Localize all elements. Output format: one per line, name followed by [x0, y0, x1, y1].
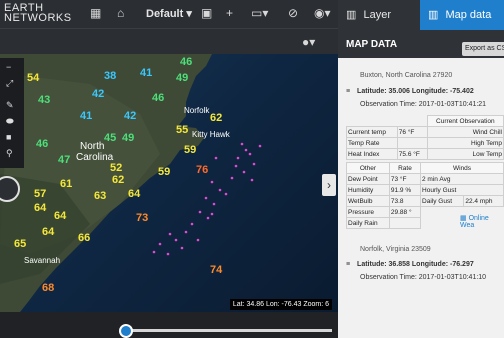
zoom-out-icon[interactable]: −: [6, 62, 11, 72]
temp-label: 64: [128, 188, 141, 200]
temp-label: 64: [34, 202, 47, 214]
temp-label: 59: [158, 166, 171, 178]
collapse-icon[interactable]: ≡: [346, 88, 350, 95]
station-address: Buxton, North Carolina 27920: [360, 72, 453, 79]
save-icon[interactable]: ▣: [201, 6, 212, 20]
camera-icon[interactable]: ◉▾: [314, 6, 331, 20]
sub-toolbar: ●▾: [0, 28, 338, 55]
station-latlon: ≡ Latitude: 36.858 Longitude: -76.297: [346, 261, 474, 268]
temp-label: 42: [124, 110, 137, 122]
temp-label: 41: [140, 67, 153, 79]
panel-title: MAP DATA: [346, 39, 398, 50]
map-icon: ▥: [428, 9, 439, 21]
temp-label: 55: [176, 124, 189, 136]
online-weather-link[interactable]: ▦ Online Wea: [460, 214, 504, 229]
block-icon[interactable]: ⊘: [288, 6, 298, 20]
temp-label: 47: [58, 154, 71, 166]
temp-label: 61: [60, 178, 73, 190]
city-label: Savannah: [24, 256, 61, 265]
panel-tabs: ▥ Layer profile ▥ Map data: [338, 0, 504, 51]
timeline-bar: [0, 312, 338, 338]
current-observation-table: Current Observation Current temp 76 °F Win…: [346, 115, 504, 160]
tab-map-data[interactable]: ▥ Map data: [420, 0, 504, 30]
observation-time: Observation Time: 2017-01-03T10:41:21: [360, 101, 487, 108]
temp-label: 57: [34, 188, 47, 200]
map-icon: ▥: [346, 9, 357, 21]
temp-label: 54: [27, 72, 40, 84]
temp-label: 65: [14, 238, 27, 250]
temp-label: 38: [104, 70, 117, 82]
timeline-slider-knob[interactable]: [119, 324, 133, 338]
observation-time: Observation Time: 2017-01-03T10:41:10: [360, 274, 487, 281]
temp-label: 64: [54, 210, 67, 222]
user-icon[interactable]: ●▾: [302, 35, 315, 49]
coordinate-readout: Lat: 34.86 Lon: -76.43 Zoom: 6: [229, 299, 332, 310]
land-mass: [0, 54, 262, 312]
square-icon[interactable]: ■: [6, 132, 11, 142]
temp-label: 59: [184, 144, 197, 156]
logo: EARTH NETWORKS: [4, 2, 72, 24]
timeline-track[interactable]: [124, 329, 332, 332]
temp-label: 49: [176, 72, 189, 84]
collapse-icon[interactable]: ≡: [346, 261, 350, 268]
temp-label: 62: [210, 112, 223, 124]
add-icon[interactable]: +: [226, 6, 233, 20]
temp-label: 42: [92, 88, 105, 100]
panel-header: MAP DATA Export as CS: [338, 30, 504, 58]
temp-label: 41: [80, 110, 93, 122]
layout-select[interactable]: Default ▾: [146, 7, 192, 20]
state-label: Carolina: [76, 152, 114, 163]
temp-label: 74: [210, 264, 223, 276]
temp-label: 73: [136, 212, 149, 224]
fullscreen-icon[interactable]: ⤢: [6, 78, 13, 89]
temp-label: 68: [42, 282, 55, 294]
pencil-icon[interactable]: ✎: [6, 100, 14, 111]
map-view[interactable]: 53 54 38 41 46 49 43 42 46 41 42 55 62 4…: [0, 54, 338, 312]
temp-label: 63: [94, 190, 107, 202]
export-button[interactable]: Export as CS: [462, 42, 504, 56]
side-panel: ▥ Layer profile ▥ Map data MAP DATA Expo…: [338, 0, 504, 338]
temp-label: 52: [110, 162, 123, 174]
temp-label: 66: [78, 232, 91, 244]
map-tools: − ⤢ ✎ ⬬ ■ ⚲: [0, 58, 24, 168]
city-label: Norfolk: [184, 106, 210, 115]
pin-icon[interactable]: ⚲: [6, 148, 13, 159]
state-label: North: [80, 141, 105, 152]
temp-label: 76: [196, 164, 209, 176]
shape-icon[interactable]: ⬬: [6, 116, 14, 127]
monitor-icon[interactable]: ▭▾: [251, 6, 268, 20]
temp-label: 49: [122, 132, 135, 144]
station-address: Norfolk, Virginia 23509: [360, 246, 431, 253]
station-latlon: ≡ Latitude: 35.006 Longitude: -75.402: [346, 88, 474, 95]
temp-label: 45: [104, 132, 117, 144]
temp-label: 46: [36, 138, 49, 150]
temp-label: 62: [112, 174, 125, 186]
temp-label: 46: [152, 92, 165, 104]
tab-layer-profile[interactable]: ▥ Layer profile: [338, 0, 420, 51]
temp-label: 64: [42, 226, 55, 238]
home-icon[interactable]: ⌂: [117, 6, 124, 20]
city-label: Kitty Hawk: [192, 130, 230, 139]
top-toolbar: EARTH NETWORKS ▦ ⌂ Default ▾ ▣ + ▭▾ ⊘ ◉▾: [0, 0, 338, 28]
grid-icon[interactable]: ▦: [90, 6, 101, 20]
calendar-icon: ▦: [460, 215, 467, 222]
panel-collapse-button[interactable]: ›: [322, 174, 336, 196]
temp-label: 43: [38, 94, 51, 106]
temp-label: 46: [180, 56, 193, 68]
